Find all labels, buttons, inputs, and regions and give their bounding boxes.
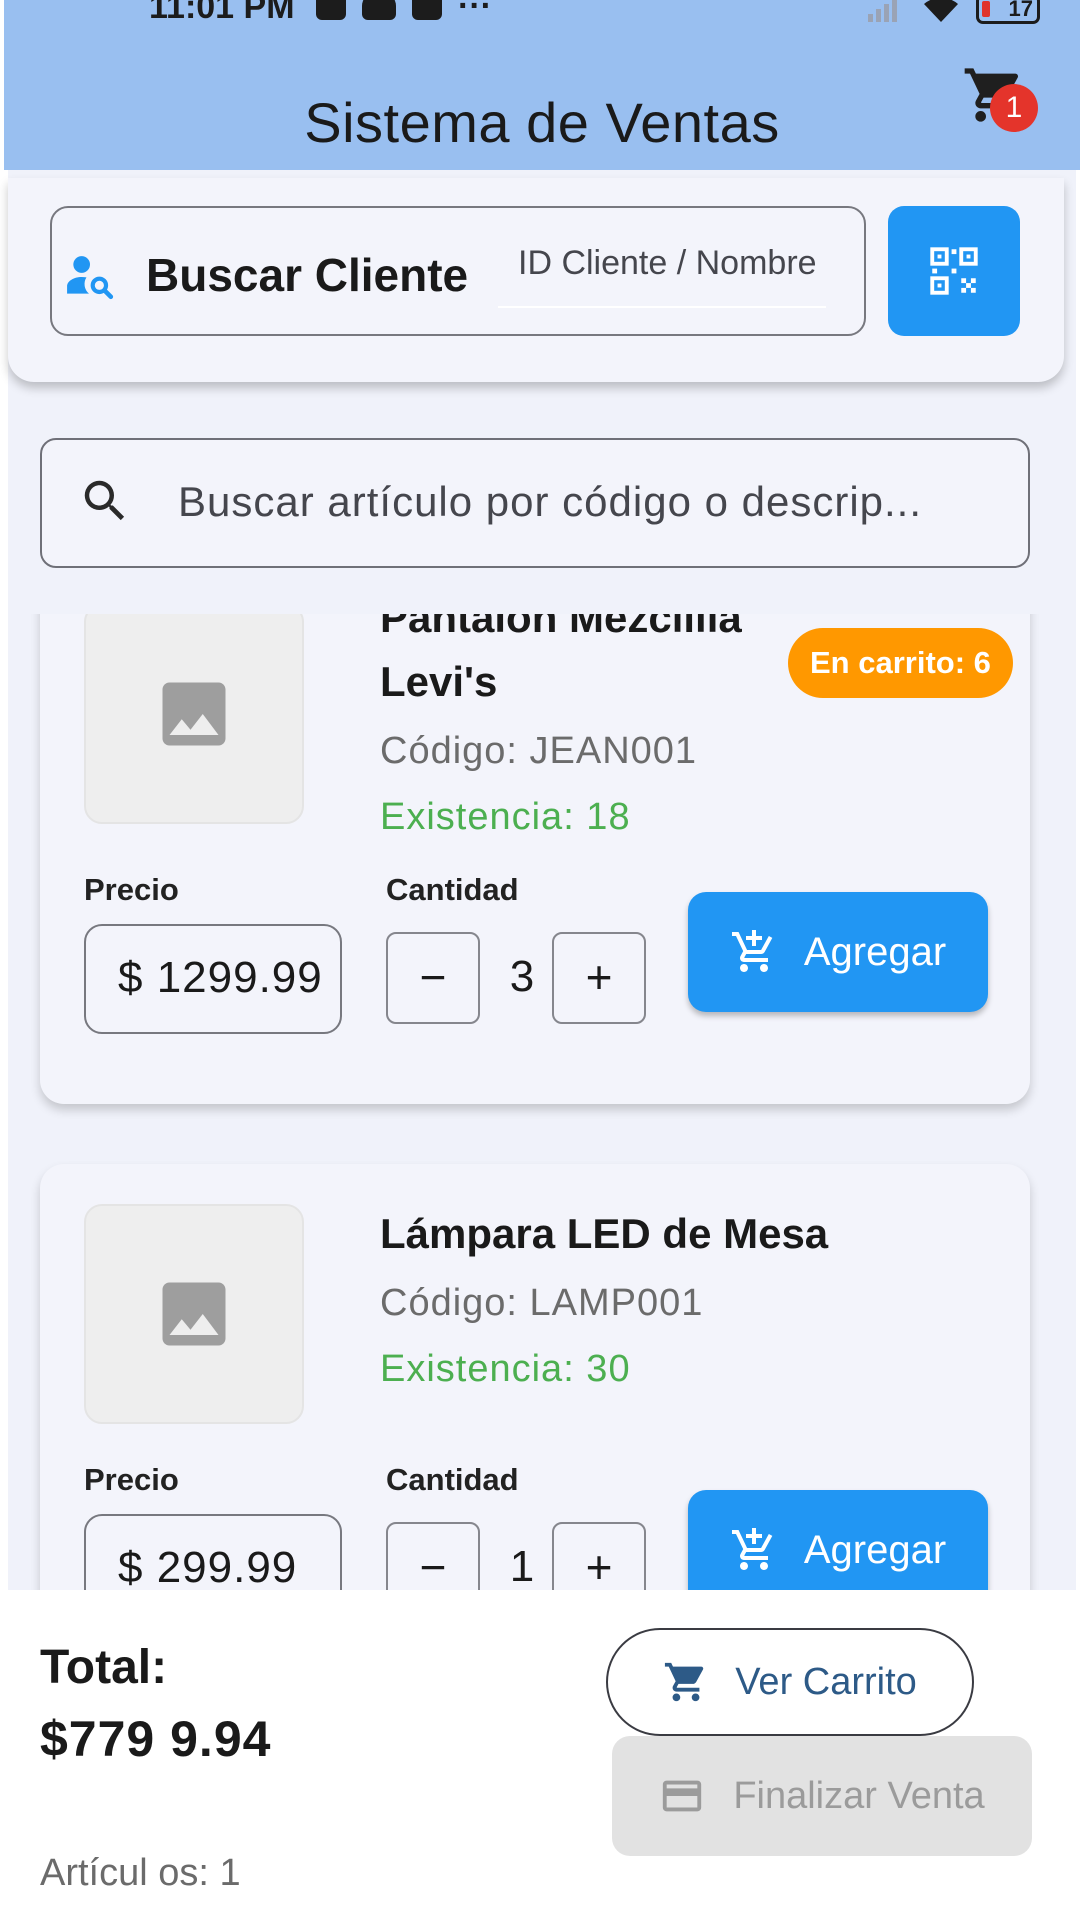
price-field[interactable]: $ 1299.99 (84, 924, 342, 1034)
article-search-input[interactable] (178, 470, 988, 534)
price-label: Precio (84, 1462, 179, 1497)
finish-sale-button[interactable]: Finalizar Venta (612, 1736, 1032, 1856)
add-to-cart-button[interactable]: Agregar (688, 892, 988, 1012)
increment-button[interactable]: + (552, 1522, 646, 1590)
product-card: Lámpara LED de Mesa Código: LAMP001 Exis… (40, 1164, 1030, 1590)
decrement-button[interactable]: − (386, 932, 480, 1024)
product-stock: Existencia: 18 (380, 796, 631, 838)
youtube-icon (412, 0, 442, 20)
quantity-value: 1 (509, 1542, 535, 1590)
status-bar: 11:01 PM ··· 17 (4, 0, 1080, 40)
battery-icon: 17 (976, 0, 1040, 24)
add-button-label: Agregar (803, 1527, 947, 1572)
product-name: Pantalón Mezclilla (380, 614, 742, 641)
quantity-value: 3 (509, 952, 535, 1001)
person-search-icon (67, 256, 114, 300)
product-image (84, 614, 304, 824)
total-label: Total: (40, 1641, 168, 1694)
app-bar: Sistema de Ventas (4, 40, 1080, 170)
price-field[interactable]: $ 299.99 (84, 1514, 342, 1590)
notification-icons: ··· (316, 0, 492, 25)
quantity-label: Cantidad (386, 872, 519, 907)
add-button-label: Agregar (803, 929, 947, 974)
add-shopping-cart-icon (731, 1528, 773, 1570)
image-placeholder-icon (162, 682, 226, 746)
page-title: Sistema de Ventas (304, 91, 780, 154)
product-code: Código: LAMP001 (380, 1282, 704, 1324)
product-name-line2: Levi's (380, 658, 498, 705)
qr-code-icon (930, 247, 978, 295)
product-stock: Existencia: 30 (380, 1348, 631, 1390)
quantity-label: Cantidad (386, 1462, 519, 1497)
client-id-input[interactable] (498, 220, 826, 308)
finish-sale-label: Finalizar Venta (733, 1774, 985, 1817)
decrement-button[interactable]: − (386, 1522, 480, 1590)
product-list[interactable]: Pantalón Mezclilla Levi's En carrito: 6 … (8, 614, 1076, 1590)
wifi-icon (924, 0, 958, 22)
total-value: $779 9.94 (40, 1711, 272, 1767)
shopping-cart-icon (665, 1662, 704, 1702)
view-cart-button[interactable]: Ver Carrito (606, 1628, 974, 1736)
cloud-icon (362, 0, 396, 20)
items-count: Artícul os: 1 (40, 1852, 241, 1894)
product-card: Pantalón Mezclilla Levi's En carrito: 6 … (40, 614, 1030, 1104)
in-cart-badge: En carrito: 6 (788, 628, 1013, 698)
product-image (84, 1204, 304, 1424)
search-icon (84, 480, 125, 521)
qr-scan-button[interactable] (888, 206, 1020, 336)
add-to-cart-button[interactable]: Agregar (688, 1490, 988, 1590)
add-shopping-cart-icon (731, 930, 773, 972)
app-notification-icon (316, 0, 346, 20)
image-placeholder-icon (162, 1282, 226, 1346)
increment-button[interactable]: + (552, 932, 646, 1024)
product-code: Código: JEAN001 (380, 730, 698, 772)
more-notifications-icon: ··· (458, 0, 492, 25)
system-icons: 17 (866, 0, 1040, 24)
cart-count-badge: 1 (990, 84, 1038, 132)
signal-icon (868, 0, 897, 22)
status-time: 11:01 PM (149, 0, 295, 26)
client-search-label: Buscar Cliente (146, 249, 469, 301)
product-name: Lámpara LED de Mesa (380, 1210, 829, 1257)
credit-card-icon (663, 1780, 702, 1812)
view-cart-label: Ver Carrito (735, 1660, 917, 1703)
price-label: Precio (84, 872, 179, 907)
